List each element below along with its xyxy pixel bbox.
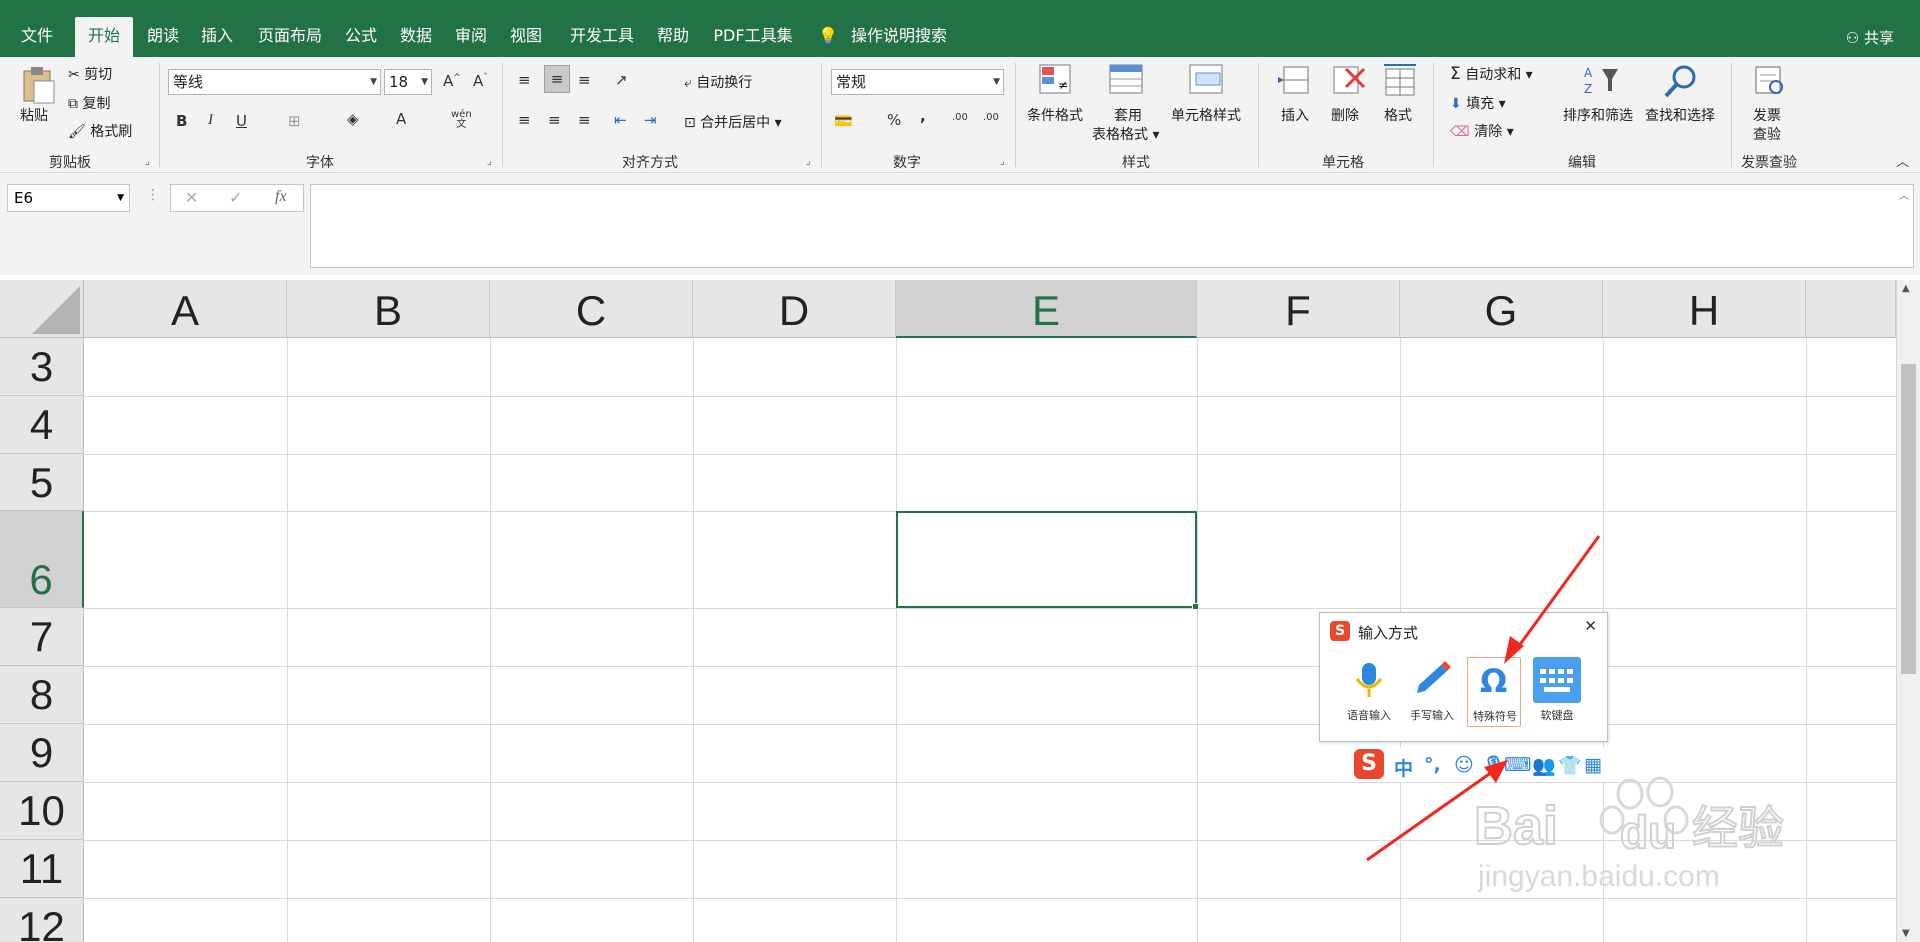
annotation-arrow-keyboard (1366, 760, 1508, 862)
annotation-arrows (1366, 535, 1601, 862)
annotation-arrow-special-symbols (1504, 535, 1601, 664)
